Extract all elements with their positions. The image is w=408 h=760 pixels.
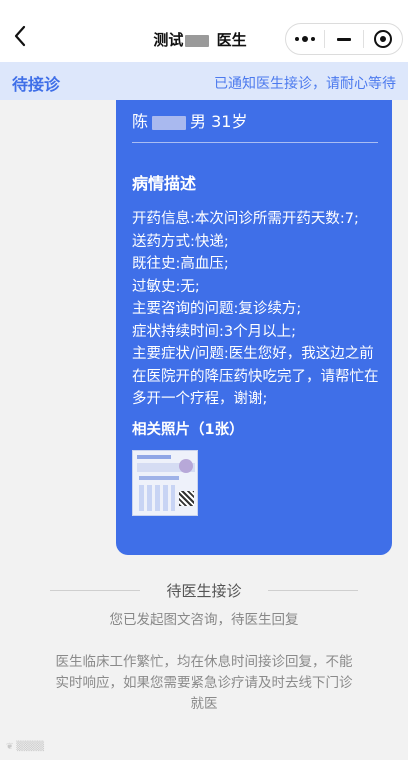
info-line: 开药信息:本次问诊所需开药天数:7; bbox=[132, 211, 359, 227]
minus-icon bbox=[337, 37, 351, 41]
status-label: 待接诊 bbox=[12, 75, 61, 94]
info-line: 主要咨询的问题:复诊续方; bbox=[132, 301, 302, 317]
busy-notice: 医生临床工作繁忙，均在休息时间接诊回复，不能实时响应，如果您需要紧急诊疗请及时去… bbox=[55, 654, 353, 712]
info-line: 症状持续时间:3个月以上; bbox=[132, 323, 296, 340]
photo-thumbnail[interactable] bbox=[132, 450, 198, 516]
card-divider bbox=[132, 142, 378, 143]
redacted-name-block bbox=[185, 34, 210, 47]
consult-status-bar: 待接诊 已通知医生接诊，请耐心等待 bbox=[0, 62, 408, 100]
more-button[interactable] bbox=[286, 24, 324, 54]
status-message: 已通知医生接诊，请耐心等待 bbox=[214, 76, 396, 92]
photos-heading: 相关照片（1张） bbox=[132, 422, 244, 438]
info-line: 送药方式:快递; bbox=[132, 233, 229, 250]
waiting-divider: 待医生接诊 bbox=[50, 580, 358, 600]
patient-surname: 陈 bbox=[132, 112, 149, 131]
target-close-icon bbox=[373, 30, 392, 48]
info-line: 过敏史:无; bbox=[132, 278, 200, 295]
watermark-logo: ❦ ▒▒▒▒ bbox=[6, 742, 45, 752]
page-title-suffix: 医生 bbox=[211, 31, 247, 49]
condition-heading: 病情描述 bbox=[132, 174, 197, 193]
consultation-card: 陈 男 31岁 病情描述 开药信息:本次问诊所需开药天数:7; 送药方式:快递; … bbox=[116, 100, 392, 555]
qr-code-image bbox=[179, 491, 194, 506]
condition-details: 开药信息:本次问诊所需开药天数:7; 送药方式:快递; 既往史:高血压; 过敏史… bbox=[132, 208, 382, 411]
minimize-button[interactable] bbox=[325, 24, 363, 54]
info-line: 主要症状/问题:医生您好，我这边之前在医院开的降压药快吃完了，请帮忙在多开一个疗… bbox=[132, 346, 379, 407]
chevron-left-icon bbox=[14, 25, 26, 47]
back-button[interactable] bbox=[6, 22, 34, 50]
avatar-image bbox=[179, 459, 193, 473]
mini-program-capsule bbox=[285, 23, 403, 55]
patient-info: 陈 男 31岁 bbox=[132, 112, 247, 132]
divider-line bbox=[268, 590, 358, 591]
more-dots-icon bbox=[294, 36, 317, 42]
close-button[interactable] bbox=[364, 24, 402, 54]
navigation-bar: 测试 医生 bbox=[0, 0, 408, 62]
patient-gender-age: 男 31岁 bbox=[190, 112, 248, 131]
page-title-prefix: 测试 bbox=[153, 31, 184, 49]
consult-notice: 您已发起图文咨询，待医生回复 bbox=[109, 612, 299, 628]
info-line: 既往史:高血压; bbox=[132, 256, 229, 272]
page-title: 测试 医生 bbox=[120, 29, 280, 51]
redacted-name-block bbox=[152, 115, 187, 130]
